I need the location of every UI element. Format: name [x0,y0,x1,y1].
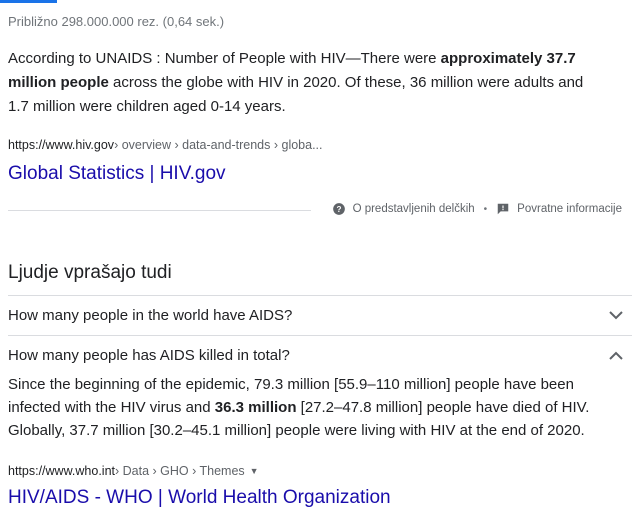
feedback-divider [8,210,311,211]
caret-down-icon[interactable]: ▼ [250,466,259,476]
feedback-separator: • [483,203,488,215]
cite-domain: https://www.who.int [8,464,115,478]
featured-snippet-text: According to UNAIDS : Number of People w… [8,47,608,119]
about-snippets-link[interactable]: O predstavljenih delčkih [353,203,475,215]
feedback-flag-icon [496,202,510,216]
paa-question-text: How many people in the world have AIDS? [8,306,293,324]
result-stats: Približno 298.000.000 rez. (0,64 sek.) [8,14,225,29]
answer-source-cite[interactable]: https://www.who.int › Data › GHO › Theme… [8,464,259,478]
answer-text-bold: 36.3 million [214,399,297,416]
paa-question-text: How many people has AIDS killed in total… [8,346,290,364]
snippet-source-title-link[interactable]: Global Statistics | HIV.gov [8,163,226,185]
active-tab-indicator [0,0,57,3]
paa-answer-text: Since the beginning of the epidemic, 79.… [8,373,628,442]
answer-source-title-link[interactable]: HIV/AIDS - WHO | World Health Organizati… [8,487,391,509]
help-circle-icon: ? [332,202,346,216]
people-also-ask-heading: Ljudje vprašajo tudi [8,262,172,283]
feedback-link[interactable]: Povratne informacije [517,203,622,215]
cite-path: › Data › GHO › Themes [115,464,245,478]
feedback-links: ? O predstavljenih delčkih • Povratne in… [332,202,622,216]
snippet-source-cite[interactable]: https://www.hiv.gov › overview › data-an… [8,138,323,152]
svg-text:?: ? [336,205,341,214]
paa-question-1[interactable]: How many people in the world have AIDS? [8,296,632,334]
chevron-up-icon [606,345,626,365]
snippet-feedback-row: ? O predstavljenih delčkih • Povratne in… [8,200,632,220]
cite-path: › overview › data-and-trends › globa... [114,138,323,152]
chevron-down-icon [606,305,626,325]
cite-domain: https://www.hiv.gov [8,138,115,152]
paa-question-2[interactable]: How many people has AIDS killed in total… [8,336,632,374]
snippet-text-before: According to UNAIDS : Number of People w… [8,50,441,67]
